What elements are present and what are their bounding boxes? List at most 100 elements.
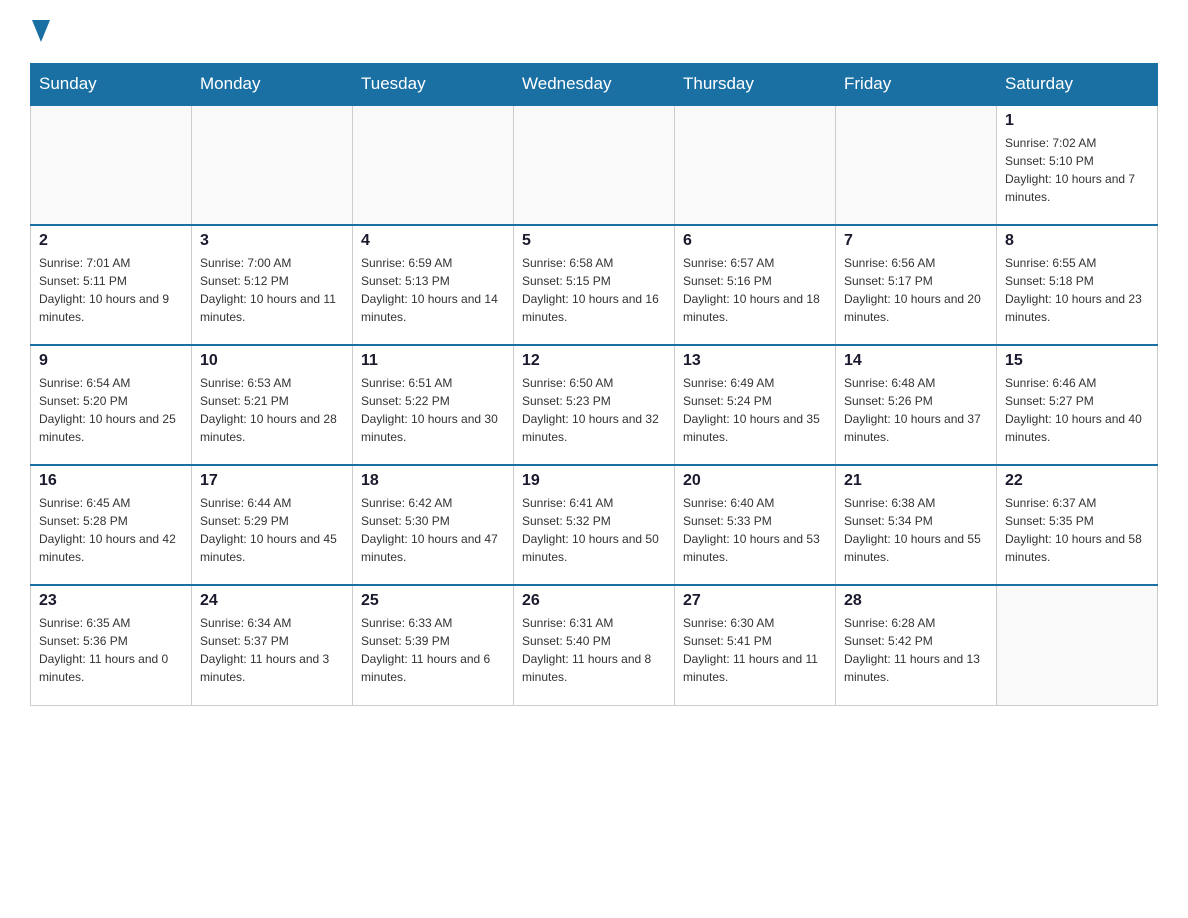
day-number: 23 <box>39 592 183 610</box>
day-number: 25 <box>361 592 505 610</box>
day-info: Sunrise: 6:33 AMSunset: 5:39 PMDaylight:… <box>361 614 505 686</box>
day-number: 12 <box>522 352 666 370</box>
day-info: Sunrise: 6:56 AMSunset: 5:17 PMDaylight:… <box>844 254 988 326</box>
calendar-cell: 27 Sunrise: 6:30 AMSunset: 5:41 PMDayligh… <box>675 585 836 705</box>
day-number: 11 <box>361 352 505 370</box>
weekday-header-sunday: Sunday <box>31 64 192 106</box>
calendar-cell: 14 Sunrise: 6:48 AMSunset: 5:26 PMDayligh… <box>836 345 997 465</box>
day-number: 6 <box>683 232 827 250</box>
day-info: Sunrise: 6:58 AMSunset: 5:15 PMDaylight:… <box>522 254 666 326</box>
calendar-cell <box>353 105 514 225</box>
day-number: 24 <box>200 592 344 610</box>
day-number: 28 <box>844 592 988 610</box>
calendar-cell: 23 Sunrise: 6:35 AMSunset: 5:36 PMDayligh… <box>31 585 192 705</box>
day-number: 18 <box>361 472 505 490</box>
day-info: Sunrise: 6:59 AMSunset: 5:13 PMDaylight:… <box>361 254 505 326</box>
logo <box>30 20 50 47</box>
week-row-5: 23 Sunrise: 6:35 AMSunset: 5:36 PMDayligh… <box>31 585 1158 705</box>
day-info: Sunrise: 6:34 AMSunset: 5:37 PMDaylight:… <box>200 614 344 686</box>
day-number: 9 <box>39 352 183 370</box>
day-info: Sunrise: 6:42 AMSunset: 5:30 PMDaylight:… <box>361 494 505 566</box>
calendar-cell <box>31 105 192 225</box>
calendar-cell: 10 Sunrise: 6:53 AMSunset: 5:21 PMDayligh… <box>192 345 353 465</box>
day-number: 21 <box>844 472 988 490</box>
day-info: Sunrise: 6:46 AMSunset: 5:27 PMDaylight:… <box>1005 374 1149 446</box>
calendar-cell: 19 Sunrise: 6:41 AMSunset: 5:32 PMDayligh… <box>514 465 675 585</box>
calendar-cell: 15 Sunrise: 6:46 AMSunset: 5:27 PMDayligh… <box>997 345 1158 465</box>
day-number: 26 <box>522 592 666 610</box>
day-info: Sunrise: 6:53 AMSunset: 5:21 PMDaylight:… <box>200 374 344 446</box>
calendar-cell: 28 Sunrise: 6:28 AMSunset: 5:42 PMDayligh… <box>836 585 997 705</box>
logo-triangle-icon <box>32 20 50 42</box>
calendar-cell <box>514 105 675 225</box>
day-info: Sunrise: 6:30 AMSunset: 5:41 PMDaylight:… <box>683 614 827 686</box>
calendar-table: SundayMondayTuesdayWednesdayThursdayFrid… <box>30 63 1158 706</box>
day-number: 13 <box>683 352 827 370</box>
week-row-3: 9 Sunrise: 6:54 AMSunset: 5:20 PMDaylight… <box>31 345 1158 465</box>
day-info: Sunrise: 7:01 AMSunset: 5:11 PMDaylight:… <box>39 254 183 326</box>
calendar-cell: 25 Sunrise: 6:33 AMSunset: 5:39 PMDayligh… <box>353 585 514 705</box>
calendar-cell <box>997 585 1158 705</box>
calendar-cell: 12Sunrise: 6:50 AMSunset: 5:23 PMDayligh… <box>514 345 675 465</box>
day-number: 4 <box>361 232 505 250</box>
day-info: Sunrise: 6:49 AMSunset: 5:24 PMDaylight:… <box>683 374 827 446</box>
weekday-header-saturday: Saturday <box>997 64 1158 106</box>
day-info: Sunrise: 6:37 AMSunset: 5:35 PMDaylight:… <box>1005 494 1149 566</box>
calendar-cell: 3 Sunrise: 7:00 AMSunset: 5:12 PMDaylight… <box>192 225 353 345</box>
day-info: Sunrise: 6:44 AMSunset: 5:29 PMDaylight:… <box>200 494 344 566</box>
calendar-cell: 26Sunrise: 6:31 AMSunset: 5:40 PMDayligh… <box>514 585 675 705</box>
day-number: 16 <box>39 472 183 490</box>
day-info: Sunrise: 7:00 AMSunset: 5:12 PMDaylight:… <box>200 254 344 326</box>
weekday-header-tuesday: Tuesday <box>353 64 514 106</box>
calendar-cell: 2 Sunrise: 7:01 AMSunset: 5:11 PMDaylight… <box>31 225 192 345</box>
day-number: 10 <box>200 352 344 370</box>
calendar-cell: 16 Sunrise: 6:45 AMSunset: 5:28 PMDayligh… <box>31 465 192 585</box>
weekday-header-row: SundayMondayTuesdayWednesdayThursdayFrid… <box>31 64 1158 106</box>
calendar-cell: 5 Sunrise: 6:58 AMSunset: 5:15 PMDaylight… <box>514 225 675 345</box>
calendar-cell <box>836 105 997 225</box>
calendar-cell <box>192 105 353 225</box>
calendar-cell: 20Sunrise: 6:40 AMSunset: 5:33 PMDayligh… <box>675 465 836 585</box>
day-info: Sunrise: 6:35 AMSunset: 5:36 PMDaylight:… <box>39 614 183 686</box>
calendar-cell: 6 Sunrise: 6:57 AMSunset: 5:16 PMDaylight… <box>675 225 836 345</box>
day-info: Sunrise: 6:28 AMSunset: 5:42 PMDaylight:… <box>844 614 988 686</box>
day-info: Sunrise: 6:40 AMSunset: 5:33 PMDaylight:… <box>683 494 827 566</box>
calendar-cell <box>675 105 836 225</box>
calendar-cell: 21 Sunrise: 6:38 AMSunset: 5:34 PMDayligh… <box>836 465 997 585</box>
day-info: Sunrise: 6:57 AMSunset: 5:16 PMDaylight:… <box>683 254 827 326</box>
calendar-cell: 8 Sunrise: 6:55 AMSunset: 5:18 PMDaylight… <box>997 225 1158 345</box>
day-info: Sunrise: 6:41 AMSunset: 5:32 PMDaylight:… <box>522 494 666 566</box>
day-info: Sunrise: 6:55 AMSunset: 5:18 PMDaylight:… <box>1005 254 1149 326</box>
day-number: 1 <box>1005 112 1149 130</box>
weekday-header-wednesday: Wednesday <box>514 64 675 106</box>
weekday-header-monday: Monday <box>192 64 353 106</box>
day-info: Sunrise: 6:45 AMSunset: 5:28 PMDaylight:… <box>39 494 183 566</box>
day-number: 19 <box>522 472 666 490</box>
calendar-cell: 11Sunrise: 6:51 AMSunset: 5:22 PMDayligh… <box>353 345 514 465</box>
calendar-cell: 17 Sunrise: 6:44 AMSunset: 5:29 PMDayligh… <box>192 465 353 585</box>
week-row-1: 1 Sunrise: 7:02 AMSunset: 5:10 PMDaylight… <box>31 105 1158 225</box>
weekday-header-thursday: Thursday <box>675 64 836 106</box>
week-row-2: 2 Sunrise: 7:01 AMSunset: 5:11 PMDaylight… <box>31 225 1158 345</box>
day-number: 15 <box>1005 352 1149 370</box>
day-number: 3 <box>200 232 344 250</box>
day-info: Sunrise: 6:54 AMSunset: 5:20 PMDaylight:… <box>39 374 183 446</box>
day-number: 14 <box>844 352 988 370</box>
day-info: Sunrise: 7:02 AMSunset: 5:10 PMDaylight:… <box>1005 134 1149 206</box>
day-number: 5 <box>522 232 666 250</box>
day-number: 17 <box>200 472 344 490</box>
calendar-cell: 1 Sunrise: 7:02 AMSunset: 5:10 PMDaylight… <box>997 105 1158 225</box>
calendar-cell: 13 Sunrise: 6:49 AMSunset: 5:24 PMDayligh… <box>675 345 836 465</box>
calendar-cell: 22 Sunrise: 6:37 AMSunset: 5:35 PMDayligh… <box>997 465 1158 585</box>
calendar-cell: 7 Sunrise: 6:56 AMSunset: 5:17 PMDaylight… <box>836 225 997 345</box>
week-row-4: 16 Sunrise: 6:45 AMSunset: 5:28 PMDayligh… <box>31 465 1158 585</box>
day-info: Sunrise: 6:38 AMSunset: 5:34 PMDaylight:… <box>844 494 988 566</box>
day-number: 27 <box>683 592 827 610</box>
day-number: 7 <box>844 232 988 250</box>
calendar-cell: 9 Sunrise: 6:54 AMSunset: 5:20 PMDaylight… <box>31 345 192 465</box>
day-number: 2 <box>39 232 183 250</box>
day-info: Sunrise: 6:48 AMSunset: 5:26 PMDaylight:… <box>844 374 988 446</box>
day-number: 8 <box>1005 232 1149 250</box>
day-number: 22 <box>1005 472 1149 490</box>
calendar-cell: 4 Sunrise: 6:59 AMSunset: 5:13 PMDaylight… <box>353 225 514 345</box>
